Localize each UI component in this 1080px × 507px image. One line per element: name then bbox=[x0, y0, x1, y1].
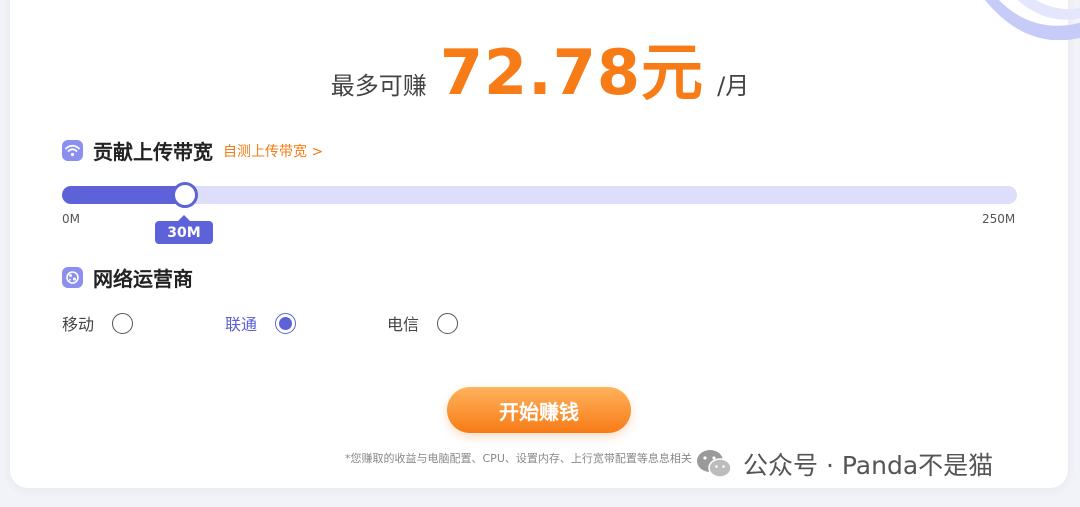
bandwidth-section-header: 贡献上传带宽 自测上传带宽 > bbox=[62, 136, 323, 165]
disclaimer-text: *您赚取的收益与电脑配置、CPU、设置内存、上行宽带配置等息息相关 bbox=[345, 452, 692, 465]
isp-option-telecom[interactable]: 电信 bbox=[387, 311, 459, 335]
isp-option-label: 移动 bbox=[62, 315, 95, 334]
isp-option-mobile[interactable]: 移动 bbox=[62, 311, 134, 335]
bandwidth-slider[interactable] bbox=[62, 182, 1017, 208]
earnings-amount: 72.78元 bbox=[439, 36, 705, 109]
radio-button[interactable] bbox=[437, 312, 459, 334]
earnings-prefix: 最多可赚 bbox=[330, 72, 427, 100]
watermark-text: 公众号 · Panda不是猫 bbox=[743, 451, 994, 480]
wechat-icon bbox=[697, 450, 732, 478]
globe-icon bbox=[62, 267, 83, 288]
isp-option-label: 联通 bbox=[225, 315, 258, 334]
radio-button[interactable] bbox=[275, 312, 297, 334]
watermark: 公众号 · Panda不是猫 bbox=[695, 446, 993, 482]
isp-option-label: 电信 bbox=[387, 315, 420, 334]
radio-button[interactable] bbox=[112, 312, 134, 334]
earnings-unit: /月 bbox=[717, 72, 750, 100]
earnings-display: 最多可赚 72.78元 /月 bbox=[0, 22, 1080, 112]
test-bandwidth-link[interactable]: 自测上传带宽 > bbox=[223, 141, 323, 161]
isp-option-unicom[interactable]: 联通 bbox=[225, 311, 297, 335]
isp-title: 网络运营商 bbox=[93, 267, 193, 291]
wifi-icon bbox=[62, 140, 83, 161]
bandwidth-title: 贡献上传带宽 bbox=[93, 140, 213, 164]
isp-section-header: 网络运营商 bbox=[62, 263, 193, 292]
radio-selected-dot bbox=[279, 316, 293, 330]
slider-max-label: 250M bbox=[982, 212, 1016, 226]
slider-thumb[interactable] bbox=[172, 182, 198, 208]
start-earning-button[interactable]: 开始赚钱 bbox=[447, 387, 631, 433]
slider-value-badge: 30M bbox=[155, 215, 213, 244]
slider-min-label: 0M bbox=[62, 212, 80, 226]
slider-fill bbox=[62, 186, 184, 204]
